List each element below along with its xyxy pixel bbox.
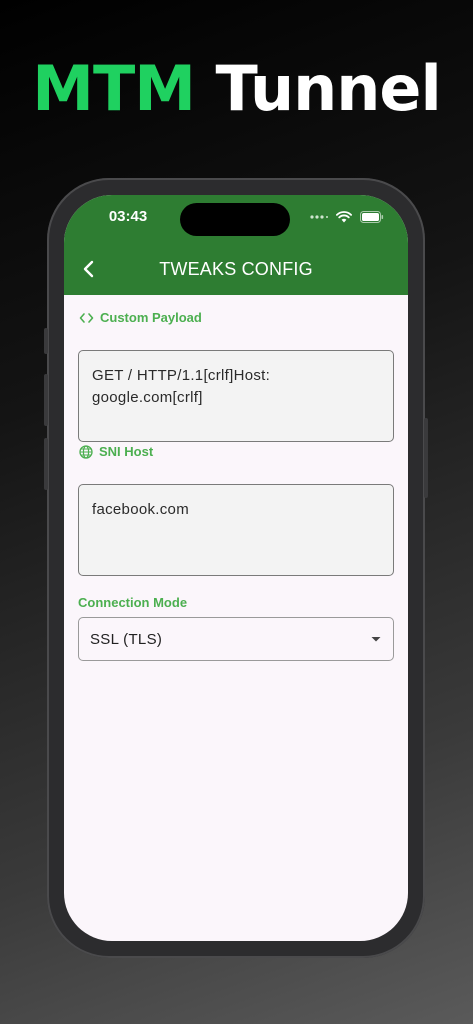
status-time: 03:43 bbox=[108, 208, 148, 225]
app-bar: 03:43 TWEAKS CONFIG bbox=[64, 195, 408, 295]
code-icon bbox=[79, 312, 94, 323]
signal-dots-icon bbox=[310, 215, 328, 219]
connection-mode-label-text: Connection Mode bbox=[78, 595, 188, 610]
phone-screen: 03:43 TWEAKS CONFIG Custom Payload GET /… bbox=[64, 195, 408, 941]
sni-host-label: SNI Host bbox=[79, 444, 153, 459]
sni-host-label-text: SNI Host bbox=[99, 444, 154, 459]
power-button bbox=[424, 418, 428, 498]
globe-icon bbox=[79, 444, 93, 459]
connection-mode-select[interactable]: SSL (TLS) bbox=[78, 617, 394, 661]
battery-icon bbox=[360, 211, 384, 223]
volume-up-button bbox=[44, 374, 48, 426]
headline-product: Tunnel bbox=[215, 52, 442, 125]
custom-payload-label-text: Custom Payload bbox=[100, 310, 202, 325]
dynamic-island bbox=[180, 203, 290, 236]
headline-brand: MTM bbox=[32, 52, 196, 125]
sni-host-input[interactable]: facebook.com bbox=[78, 484, 394, 576]
promo-headline: MTM Tunnel bbox=[0, 52, 473, 125]
status-icons bbox=[310, 211, 384, 223]
phone-frame: 03:43 TWEAKS CONFIG Custom Payload GET /… bbox=[44, 178, 428, 958]
wifi-icon bbox=[336, 211, 352, 223]
custom-payload-label: Custom Payload bbox=[79, 310, 202, 325]
mute-switch bbox=[44, 328, 48, 354]
volume-down-button bbox=[44, 438, 48, 490]
dropdown-arrow-icon bbox=[371, 637, 381, 642]
connection-mode-value: SSL (TLS) bbox=[90, 630, 163, 648]
page-title: TWEAKS CONFIG bbox=[159, 259, 313, 279]
connection-mode-label: Connection Mode bbox=[78, 595, 187, 610]
custom-payload-input[interactable]: GET / HTTP/1.1[crlf]Host: google.com[crl… bbox=[78, 350, 394, 442]
